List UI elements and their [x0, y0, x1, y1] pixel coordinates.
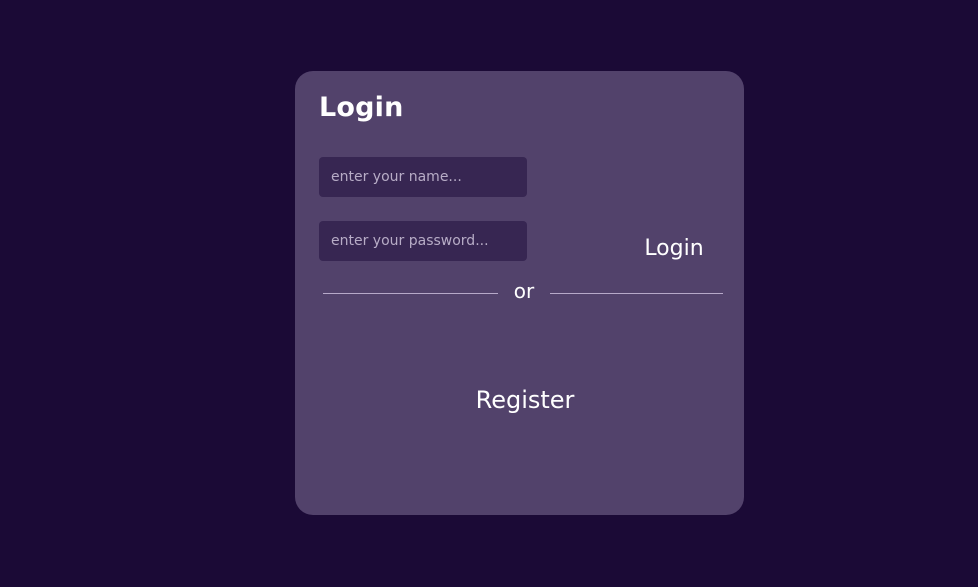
login-card: Login Login or Register [295, 71, 744, 515]
login-button[interactable]: Login [625, 231, 723, 265]
divider-line-left [323, 293, 498, 294]
register-button[interactable]: Register [455, 381, 595, 419]
divider-line-right [550, 293, 723, 294]
divider-or-text: or [513, 279, 535, 303]
login-title: Login [319, 92, 404, 123]
password-input[interactable] [319, 221, 527, 261]
name-input[interactable] [319, 157, 527, 197]
